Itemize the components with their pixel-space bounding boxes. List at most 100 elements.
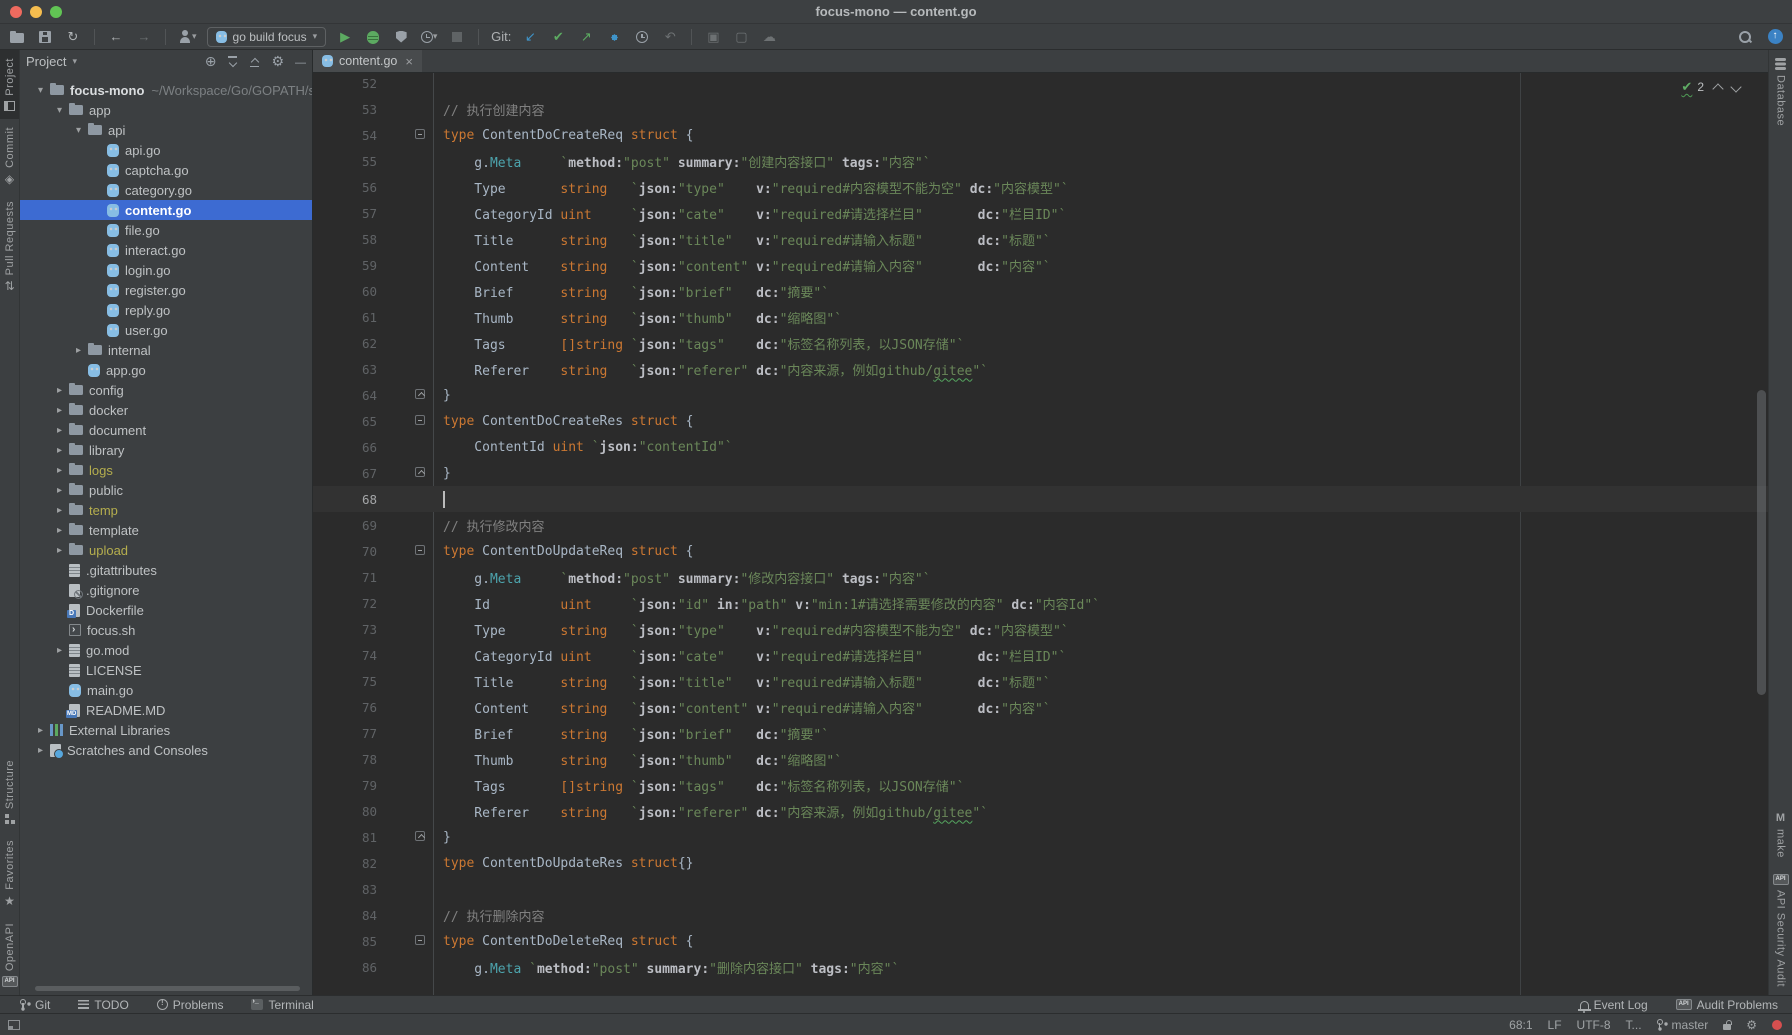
minimize-window-button[interactable] [30, 6, 42, 18]
fold-collapse-icon[interactable] [415, 935, 425, 945]
tree-chevron-right-icon[interactable]: ▸ [50, 645, 69, 656]
tree-item-user.go[interactable]: user.go [20, 320, 312, 340]
tree-item-go.mod[interactable]: ▸go.mod [20, 640, 312, 660]
tree-item-.gitattributes[interactable]: .gitattributes [20, 560, 312, 580]
tree-item-focus-mono[interactable]: ▾focus-mono~/Workspace/Go/GOPATH/src/git… [20, 80, 312, 100]
run-button[interactable]: ▶ [336, 27, 354, 47]
editor-vertical-scrollbar[interactable] [1757, 390, 1766, 695]
collapse-all-button[interactable] [227, 56, 238, 67]
tree-item-library[interactable]: ▸library [20, 440, 312, 460]
toolwindow-button-event-log[interactable]: Event Log [1580, 998, 1648, 1012]
close-tab-icon[interactable]: × [405, 54, 413, 69]
project-panel-title[interactable]: Project [26, 54, 66, 69]
lock-icon[interactable] [1723, 1024, 1731, 1030]
tree-item-login.go[interactable]: login.go [20, 260, 312, 280]
code-line-52[interactable]: 52 [313, 73, 1768, 96]
code-line-63[interactable]: 63 Referer string `json:"referer" dc:"内容… [313, 356, 1768, 382]
save-all-button[interactable] [36, 27, 54, 47]
tree-item-app.go[interactable]: app.go [20, 360, 312, 380]
tree-item-category.go[interactable]: category.go [20, 180, 312, 200]
tree-chevron-right-icon[interactable]: ▸ [50, 465, 69, 476]
code-line-81[interactable]: 81} [313, 824, 1768, 850]
code-line-54[interactable]: 54type ContentDoCreateReq struct { [313, 122, 1768, 148]
tree-item-config[interactable]: ▸config [20, 380, 312, 400]
tree-chevron-right-icon[interactable]: ▸ [50, 545, 69, 556]
project-horizontal-scrollbar[interactable] [35, 986, 300, 991]
fold-end-icon[interactable] [415, 467, 425, 477]
toolwindow-toggle-icon[interactable] [8, 1020, 20, 1030]
tree-item-readme.md[interactable]: README.MD [20, 700, 312, 720]
inspections-widget[interactable]: ✔ 2 [1681, 79, 1740, 95]
error-notification-icon[interactable] [1772, 1020, 1782, 1030]
tree-item-logs[interactable]: ▸logs [20, 460, 312, 480]
zoom-window-button[interactable] [50, 6, 62, 18]
stripe-button-pull-requests[interactable]: Pull Requests⇅ [0, 193, 19, 300]
expand-all-button[interactable] [249, 56, 260, 67]
code-line-58[interactable]: 58 Title string `json:"title" v:"require… [313, 226, 1768, 252]
toolwindow-button-audit-problems[interactable]: Audit Problems [1676, 998, 1778, 1012]
tree-item-document[interactable]: ▸document [20, 420, 312, 440]
tree-chevron-right-icon[interactable]: ▸ [50, 385, 69, 396]
tree-item-interact.go[interactable]: interact.go [20, 240, 312, 260]
tree-item-public[interactable]: ▸public [20, 480, 312, 500]
fold-collapse-icon[interactable] [415, 545, 425, 555]
stripe-button-openapi[interactable]: OpenAPI [0, 915, 19, 995]
code-line-56[interactable]: 56 Type string `json:"type" v:"required#… [313, 174, 1768, 200]
tree-item-app[interactable]: ▾app [20, 100, 312, 120]
tree-chevron-right-icon[interactable]: ▸ [50, 485, 69, 496]
tree-item-focus.sh[interactable]: focus.sh [20, 620, 312, 640]
tree-item-content.go[interactable]: content.go [20, 200, 312, 220]
git-update-button[interactable]: ↙ [521, 27, 539, 47]
code-line-83[interactable]: 83 [313, 876, 1768, 902]
tree-chevron-right-icon[interactable]: ▸ [31, 725, 50, 736]
hide-panel-button[interactable] [295, 54, 306, 69]
tree-item-internal[interactable]: ▸internal [20, 340, 312, 360]
code-line-66[interactable]: 66 ContentId uint `json:"contentId"` [313, 434, 1768, 460]
tab-content-go[interactable]: content.go × [313, 50, 422, 72]
ide-update-indicator[interactable] [1766, 27, 1784, 47]
code-editor[interactable]: ✔ 2 5253// 执行创建内容54type ContentDoCreateR… [313, 73, 1768, 995]
stripe-button-api-security-audit[interactable]: API Security Audit [1769, 866, 1792, 995]
forward-button[interactable]: → [135, 27, 153, 47]
tree-item-captcha.go[interactable]: captcha.go [20, 160, 312, 180]
code-line-65[interactable]: 65type ContentDoCreateRes struct { [313, 408, 1768, 434]
next-problem-button[interactable] [1730, 81, 1741, 92]
git-fetch-button[interactable] [605, 27, 623, 47]
git-push-button[interactable]: ↗ [577, 27, 595, 47]
profile-button[interactable]: ▾ [178, 27, 197, 47]
code-line-84[interactable]: 84// 执行删除内容 [313, 902, 1768, 928]
toolwindow-button-problems[interactable]: Problems [157, 998, 224, 1012]
code-line-77[interactable]: 77 Brief string `json:"brief" dc:"摘要"` [313, 720, 1768, 746]
back-button[interactable]: ← [107, 27, 125, 47]
file-encoding[interactable]: UTF-8 [1577, 1018, 1611, 1032]
toolwindow-button-git[interactable]: Git [20, 998, 50, 1012]
tree-item-docker[interactable]: ▸docker [20, 400, 312, 420]
diff-button[interactable]: ▢ [732, 27, 750, 47]
previous-problem-button[interactable] [1712, 83, 1723, 94]
code-line-74[interactable]: 74 CategoryId uint `json:"cate" v:"requi… [313, 642, 1768, 668]
stripe-button-commit[interactable]: Commit◈ [0, 119, 19, 193]
tree-item-license[interactable]: LICENSE [20, 660, 312, 680]
code-line-62[interactable]: 62 Tags []string `json:"tags" dc:"标签名称列表… [313, 330, 1768, 356]
toolwindow-button-terminal[interactable]: Terminal [251, 998, 313, 1012]
code-line-78[interactable]: 78 Thumb string `json:"thumb" dc:"缩略图"` [313, 746, 1768, 772]
tree-chevron-right-icon[interactable]: ▸ [50, 505, 69, 516]
tree-item-temp[interactable]: ▸temp [20, 500, 312, 520]
tree-chevron-right-icon[interactable]: ▸ [50, 425, 69, 436]
tree-item-dockerfile[interactable]: Dockerfile [20, 600, 312, 620]
coverage-button[interactable] [392, 27, 410, 47]
git-commit-button[interactable]: ✔ [549, 27, 567, 47]
tree-chevron-down-icon[interactable]: ▾ [31, 85, 50, 96]
tree-chevron-right-icon[interactable]: ▸ [50, 445, 69, 456]
stripe-button-make[interactable]: make [1769, 804, 1792, 866]
code-line-60[interactable]: 60 Brief string `json:"brief" dc:"摘要"` [313, 278, 1768, 304]
open-button[interactable] [8, 27, 26, 47]
close-window-button[interactable] [10, 6, 22, 18]
tree-chevron-right-icon[interactable]: ▸ [50, 525, 69, 536]
git-branch-widget[interactable]: master [1657, 1018, 1709, 1032]
tree-chevron-right-icon[interactable]: ▸ [31, 745, 50, 756]
code-line-68[interactable]: 68 [313, 486, 1768, 512]
caret-position[interactable]: 68:1 [1509, 1018, 1532, 1032]
tree-item-.gitignore[interactable]: .gitignore [20, 580, 312, 600]
code-line-80[interactable]: 80 Referer string `json:"referer" dc:"内容… [313, 798, 1768, 824]
